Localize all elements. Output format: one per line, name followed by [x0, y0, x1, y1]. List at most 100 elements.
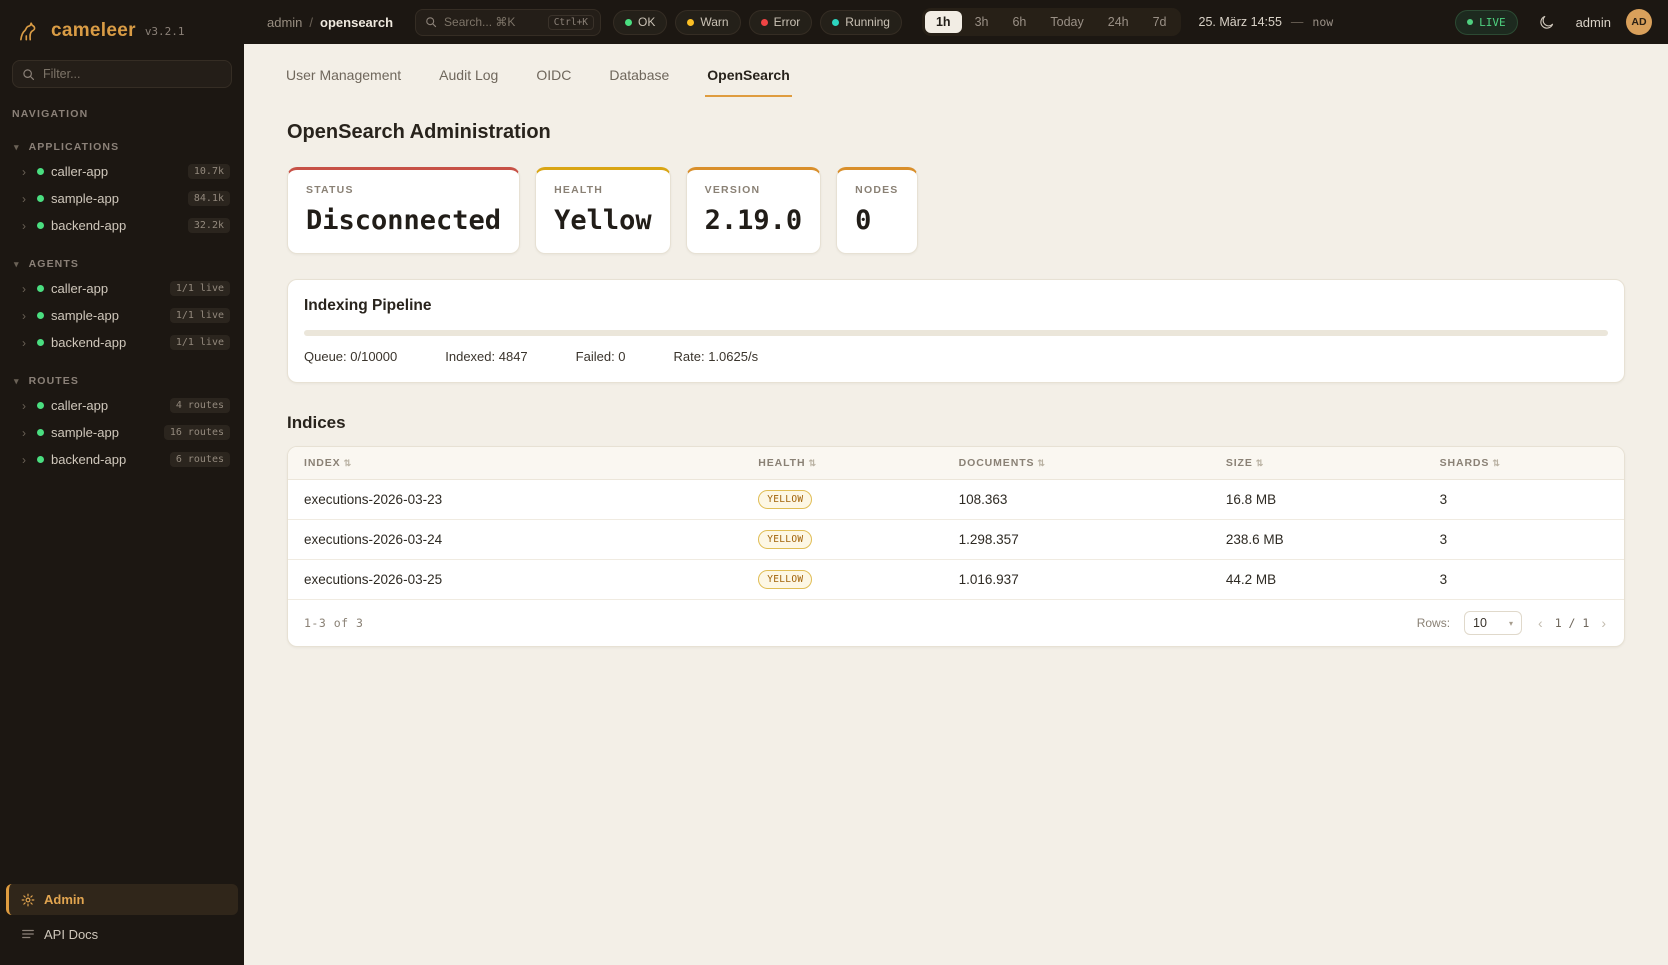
- health-badge: YELLOW: [758, 570, 812, 589]
- logo[interactable]: cameleer v3.2.1: [0, 14, 244, 54]
- filter-chip-error[interactable]: Error: [749, 10, 813, 35]
- tab-user-management[interactable]: User Management: [284, 57, 403, 97]
- item-label: sample-app: [51, 191, 119, 206]
- running-dot: [832, 19, 839, 26]
- health-badge: YELLOW: [758, 490, 812, 509]
- cell-size: 44.2 MB: [1210, 560, 1424, 600]
- stat-label: STATUS: [306, 184, 501, 196]
- sidebar-item-route-sample-app[interactable]: › sample-app 16 routes: [0, 419, 244, 446]
- sort-icon: ⇅: [1492, 458, 1500, 468]
- status-dot: [37, 312, 44, 319]
- status-filters: OK Warn Error Running: [613, 10, 902, 35]
- next-page-button[interactable]: ›: [1599, 615, 1608, 631]
- time-range-24h[interactable]: 24h: [1097, 11, 1140, 33]
- rows-per-page-select[interactable]: 10 ▾: [1464, 611, 1522, 635]
- tab-audit-log[interactable]: Audit Log: [437, 57, 500, 97]
- section-label: APPLICATIONS: [29, 141, 120, 153]
- sort-icon: ⇅: [1037, 458, 1045, 468]
- section-header-agents[interactable]: ▾ AGENTS: [0, 252, 244, 275]
- sidebar-item-agent-caller-app[interactable]: › caller-app 1/1 live: [0, 275, 244, 302]
- item-label: backend-app: [51, 335, 126, 350]
- section-header-applications[interactable]: ▾ APPLICATIONS: [0, 135, 244, 158]
- main-area: admin / opensearch Ctrl+K OK: [244, 0, 1668, 965]
- chevron-right-icon: ›: [22, 219, 30, 233]
- global-search[interactable]: Ctrl+K: [415, 9, 601, 36]
- tab-opensearch[interactable]: OpenSearch: [705, 57, 791, 97]
- sidebar-filter[interactable]: [12, 60, 232, 88]
- column-header-shards[interactable]: SHARDS⇅: [1424, 447, 1624, 480]
- stat-label: VERSION: [705, 184, 803, 196]
- row-range: 1-3 of 3: [304, 616, 363, 630]
- tab-oidc[interactable]: OIDC: [534, 57, 573, 97]
- time-range-6h[interactable]: 6h: [1001, 11, 1037, 33]
- sidebar-item-backend-app[interactable]: › backend-app 32.2k: [0, 212, 244, 239]
- live-toggle[interactable]: LIVE: [1455, 10, 1518, 35]
- breadcrumb-opensearch[interactable]: opensearch: [320, 15, 393, 30]
- date-range[interactable]: 25. März 14:55 — now: [1199, 15, 1334, 29]
- item-badge: 1/1 live: [170, 281, 230, 296]
- previous-page-button[interactable]: ‹: [1536, 615, 1545, 631]
- time-range-7d[interactable]: 7d: [1142, 11, 1178, 33]
- time-range-today[interactable]: Today: [1039, 11, 1094, 33]
- table-row[interactable]: executions-2026-03-23 YELLOW 108.363 16.…: [288, 480, 1624, 520]
- sidebar-item-route-caller-app[interactable]: › caller-app 4 routes: [0, 392, 244, 419]
- filter-chip-ok[interactable]: OK: [613, 10, 667, 35]
- caret-down-icon: ▾: [1509, 619, 1513, 628]
- shortcut-kbd: Ctrl+K: [548, 15, 594, 30]
- sidebar-item-api-docs[interactable]: API Docs: [0, 919, 244, 949]
- sidebar-item-agent-sample-app[interactable]: › sample-app 1/1 live: [0, 302, 244, 329]
- navigation-label: NAVIGATION: [0, 98, 244, 122]
- breadcrumb-admin[interactable]: admin: [267, 15, 302, 30]
- stat-card-nodes: NODES 0: [836, 167, 917, 254]
- date-now: now: [1312, 15, 1333, 29]
- column-header-size[interactable]: SIZE⇅: [1210, 447, 1424, 480]
- time-range-1h[interactable]: 1h: [925, 11, 962, 33]
- stat-label: NODES: [855, 184, 898, 196]
- cell-index: executions-2026-03-24: [288, 520, 742, 560]
- filter-chip-running[interactable]: Running: [820, 10, 902, 35]
- tab-database[interactable]: Database: [607, 57, 671, 97]
- table-row[interactable]: executions-2026-03-25 YELLOW 1.016.937 4…: [288, 560, 1624, 600]
- status-dot: [37, 339, 44, 346]
- stat-label: HEALTH: [554, 184, 652, 196]
- chevron-right-icon: ›: [22, 282, 30, 296]
- tab-bar: User Management Audit Log OIDC Database …: [244, 57, 1668, 97]
- column-header-index[interactable]: INDEX⇅: [288, 447, 742, 480]
- rows-value: 10: [1473, 616, 1487, 630]
- item-label: caller-app: [51, 281, 108, 296]
- filter-chip-warn[interactable]: Warn: [675, 10, 740, 35]
- column-header-health[interactable]: HEALTH⇅: [742, 447, 942, 480]
- search-input[interactable]: [444, 15, 541, 29]
- stat-value: 0: [855, 205, 898, 236]
- status-dot: [37, 285, 44, 292]
- section-header-routes[interactable]: ▾ ROUTES: [0, 369, 244, 392]
- sidebar-item-route-backend-app[interactable]: › backend-app 6 routes: [0, 446, 244, 473]
- item-label: backend-app: [51, 218, 126, 233]
- stat-value: Disconnected: [306, 205, 501, 236]
- time-range-3h[interactable]: 3h: [964, 11, 1000, 33]
- sort-icon: ⇅: [1256, 458, 1264, 468]
- health-badge: YELLOW: [758, 530, 812, 549]
- avatar[interactable]: AD: [1626, 9, 1652, 35]
- item-badge: 1/1 live: [170, 308, 230, 323]
- chip-label: Running: [845, 15, 890, 29]
- camel-logo-icon: [16, 18, 42, 44]
- filter-input[interactable]: [43, 67, 222, 81]
- sidebar-item-sample-app[interactable]: › sample-app 84.1k: [0, 185, 244, 212]
- page-body: OpenSearch Administration STATUS Disconn…: [244, 121, 1668, 647]
- stat-cards: STATUS Disconnected HEALTH Yellow VERSIO…: [287, 167, 1625, 254]
- column-header-documents[interactable]: DOCUMENTS⇅: [943, 447, 1210, 480]
- sort-icon: ⇅: [344, 458, 352, 468]
- item-badge: 4 routes: [170, 398, 230, 413]
- sidebar-item-agent-backend-app[interactable]: › backend-app 1/1 live: [0, 329, 244, 356]
- item-badge: 1/1 live: [170, 335, 230, 350]
- api-docs-label: API Docs: [44, 927, 98, 942]
- table-row[interactable]: executions-2026-03-24 YELLOW 1.298.357 2…: [288, 520, 1624, 560]
- sidebar-footer: Admin API Docs: [0, 884, 244, 953]
- sidebar-item-caller-app[interactable]: › caller-app 10.7k: [0, 158, 244, 185]
- dark-mode-toggle[interactable]: [1533, 8, 1561, 36]
- item-badge: 32.2k: [188, 218, 230, 233]
- topbar: admin / opensearch Ctrl+K OK: [244, 0, 1668, 44]
- page-title: OpenSearch Administration: [287, 121, 1625, 144]
- sidebar-item-admin[interactable]: Admin: [6, 884, 238, 915]
